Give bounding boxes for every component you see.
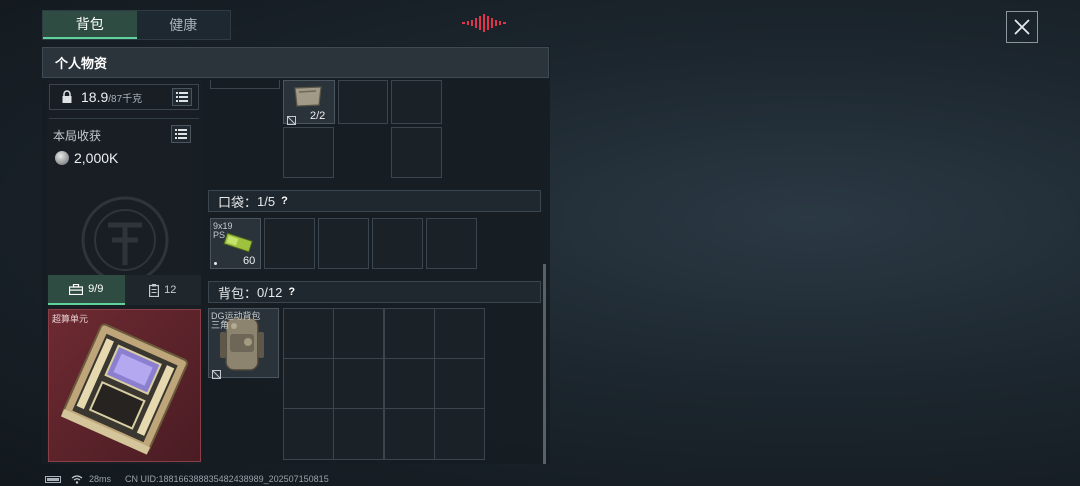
tab-health[interactable]: 健康 <box>137 11 231 39</box>
ammo-count: 60 <box>243 255 256 267</box>
backpack-cell[interactable] <box>434 408 485 460</box>
pocket-label: 口袋： <box>218 194 258 210</box>
backpack-cell[interactable] <box>283 408 334 460</box>
lock-icon <box>62 90 72 103</box>
backpack-cell[interactable] <box>434 308 485 359</box>
backpack-cell[interactable] <box>283 358 334 409</box>
backpack-value: 0/12 <box>257 284 283 300</box>
backpack-header: 背包： 0/12 ? <box>208 281 541 303</box>
uid-text: CN UID:18816638883548243898​9_2025071508… <box>125 474 329 484</box>
backpack-cell[interactable] <box>333 408 384 460</box>
weight-display: 18.9 /87千克 <box>49 84 199 110</box>
wifi-icon <box>71 474 83 484</box>
pocket-slot-4[interactable] <box>372 218 423 269</box>
pouch-icon <box>292 84 324 108</box>
grid-cell[interactable] <box>338 80 388 124</box>
voice-signal-icon <box>462 13 506 33</box>
weight-current: 18.9 <box>81 89 109 105</box>
backpack-label: 背包： <box>218 285 258 301</box>
scrollbar[interactable] <box>543 264 546 464</box>
backpack-cell[interactable] <box>333 308 384 359</box>
top-scroll-stub <box>210 80 280 89</box>
toolbox-count: 9/9 <box>88 283 104 295</box>
pocket-header: 口袋： 1/5 ? <box>208 190 541 212</box>
close-icon <box>1014 19 1030 35</box>
harvest-list-button[interactable] <box>171 125 191 143</box>
list-icon <box>175 129 187 139</box>
ammo-box-icon <box>222 232 254 254</box>
tab-backpack[interactable]: 背包 <box>43 11 137 39</box>
weight-max: /87千克 <box>108 93 143 105</box>
container-tabs: 9/9 12 <box>48 275 201 305</box>
pocket-slot-5[interactable] <box>426 218 477 269</box>
items-count: 12 <box>164 284 177 296</box>
pocket-slot-3[interactable] <box>318 218 369 269</box>
pocket-value: 1/5 <box>257 193 276 209</box>
ping-value: 28ms <box>89 474 112 484</box>
backpack-cell[interactable] <box>384 408 435 460</box>
grid-cell[interactable] <box>391 80 442 124</box>
battery-icon <box>45 475 61 483</box>
divider <box>49 118 199 119</box>
close-button[interactable] <box>1006 11 1038 43</box>
backpack-cell[interactable] <box>434 358 485 409</box>
grid-cell[interactable] <box>391 127 442 178</box>
coin-icon <box>55 151 69 165</box>
weight-list-button[interactable] <box>172 88 192 106</box>
harvest-label: 本局收获 <box>53 129 102 143</box>
clipboard-icon <box>149 283 160 297</box>
supercomputer-unit-icon <box>58 320 192 456</box>
panel-title: 个人物资 <box>42 47 549 78</box>
help-icon[interactable]: ? <box>288 286 295 298</box>
backpack-cell[interactable] <box>384 308 435 359</box>
tab-items[interactable]: 12 <box>124 275 201 305</box>
help-icon[interactable]: ? <box>281 195 288 207</box>
pocket-slot-2[interactable] <box>264 218 315 269</box>
toolbox-icon <box>69 283 84 295</box>
faction-emblem <box>70 185 180 284</box>
list-icon <box>176 92 188 102</box>
no-insure-icon <box>212 366 221 384</box>
dot-indicator <box>214 262 217 265</box>
status-bar: 28ms CN UID:18816638883548243898​9_20250… <box>45 472 329 486</box>
backpack-cell[interactable] <box>283 308 334 359</box>
tab-toolbox[interactable]: 9/9 <box>48 275 125 305</box>
backpack-cell[interactable] <box>333 358 384 409</box>
backpack-cell[interactable] <box>384 358 435 409</box>
backpack-item-name: DG运动背包 三角 <box>211 311 261 330</box>
chest-item-count: 2/2 <box>310 110 326 122</box>
grid-cell[interactable] <box>283 127 334 178</box>
harvest-value: 2,000K <box>74 150 119 166</box>
main-tabs: 背包 健康 <box>42 10 231 40</box>
